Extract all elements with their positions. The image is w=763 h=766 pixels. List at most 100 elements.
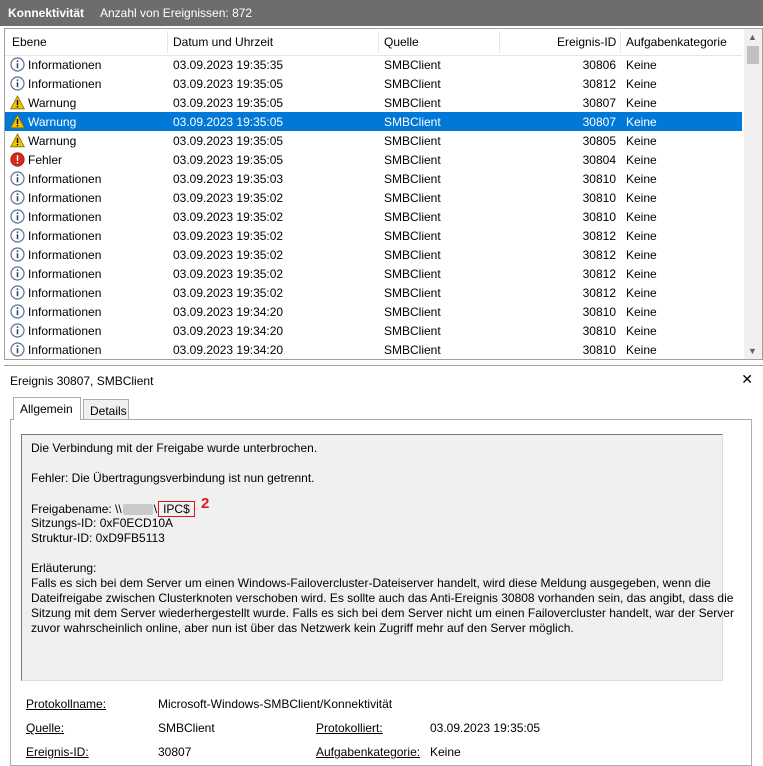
table-row[interactable]: Informationen 03.09.2023 19:35:02 SMBClien… <box>5 207 742 226</box>
table-row[interactable]: Informationen 03.09.2023 19:34:20 SMBClien… <box>5 340 742 359</box>
cell-datetime: 03.09.2023 19:34:20 <box>173 324 284 338</box>
cell-level: Warnung <box>28 96 77 110</box>
cell-datetime: 03.09.2023 19:35:05 <box>173 77 284 91</box>
cell-datetime: 03.09.2023 19:34:20 <box>173 343 284 357</box>
event-description[interactable]: Die Verbindung mit der Freigabe wurde un… <box>21 434 734 681</box>
info-icon <box>10 304 25 319</box>
info-icon <box>10 342 25 357</box>
cell-event-id: 30812 <box>582 77 616 91</box>
logged-label: Protokolliert: <box>316 721 383 735</box>
table-row[interactable]: Informationen 03.09.2023 19:35:02 SMBClien… <box>5 245 742 264</box>
info-icon <box>10 228 25 243</box>
table-row-selected[interactable]: Warnung 03.09.2023 19:35:05 SMBClient 30807… <box>5 112 742 131</box>
cell-source: SMBClient <box>384 286 441 300</box>
column-header-datetime[interactable]: Datum und Uhrzeit <box>173 35 273 49</box>
cell-event-id: 30807 <box>582 115 616 129</box>
table-row[interactable]: Informationen 03.09.2023 19:35:35 SMBClien… <box>5 55 742 74</box>
cell-source: SMBClient <box>384 267 441 281</box>
cell-task-category: Keine <box>626 172 657 186</box>
tab-details-label: Details <box>90 404 127 418</box>
cell-task-category: Keine <box>626 210 657 224</box>
info-icon <box>10 266 25 281</box>
table-row[interactable]: Informationen 03.09.2023 19:35:02 SMBClien… <box>5 226 742 245</box>
warning-icon <box>10 114 25 129</box>
share-separator: \ <box>153 502 158 516</box>
cell-datetime: 03.09.2023 19:35:02 <box>173 286 284 300</box>
cell-task-category: Keine <box>626 248 657 262</box>
cell-level: Informationen <box>28 343 102 357</box>
cell-source: SMBClient <box>384 153 441 167</box>
cell-source: SMBClient <box>384 115 441 129</box>
cell-task-category: Keine <box>626 305 657 319</box>
close-icon[interactable]: ✕ <box>741 371 753 388</box>
tab-general-label: Allgemein <box>20 402 73 416</box>
share-name-line: Freigabename: \\ \ IPC$ <box>31 501 195 517</box>
cell-event-id: 30807 <box>582 96 616 110</box>
cell-level: Informationen <box>28 58 102 72</box>
cell-datetime: 03.09.2023 19:35:35 <box>173 58 284 72</box>
list-scrollbar[interactable]: ▲ ▼ <box>744 29 762 359</box>
event-id-label: Ereignis-ID: <box>26 745 89 759</box>
cell-event-id: 30812 <box>582 229 616 243</box>
cell-task-category: Keine <box>626 153 657 167</box>
column-header-level[interactable]: Ebene <box>12 35 47 49</box>
table-row[interactable]: Informationen 03.09.2023 19:35:02 SMBClien… <box>5 188 742 207</box>
task-category-label: Aufgabenkategorie: <box>316 745 421 759</box>
cell-datetime: 03.09.2023 19:35:05 <box>173 96 284 110</box>
event-list[interactable]: Ebene Datum und Uhrzeit Quelle Ereignis-… <box>4 28 763 360</box>
event-log-header: Konnektivität Anzahl von Ereignissen: 87… <box>0 0 763 26</box>
cell-datetime: 03.09.2023 19:35:02 <box>173 191 284 205</box>
table-row[interactable]: Informationen 03.09.2023 19:34:20 SMBClien… <box>5 302 742 321</box>
warning-icon <box>10 133 25 148</box>
source-value: SMBClient <box>158 721 215 735</box>
detail-title: Ereignis 30807, SMBClient <box>10 374 154 388</box>
table-row[interactable]: Informationen 03.09.2023 19:35:05 SMBClien… <box>5 74 742 93</box>
info-icon <box>10 285 25 300</box>
table-row[interactable]: Informationen 03.09.2023 19:35:03 SMBClien… <box>5 169 742 188</box>
list-header: Ebene Datum und Uhrzeit Quelle Ereignis-… <box>5 29 742 56</box>
column-header-event-id[interactable]: Ereignis-ID <box>557 35 616 49</box>
cell-level: Informationen <box>28 191 102 205</box>
info-icon <box>10 209 25 224</box>
cell-event-id: 30810 <box>582 324 616 338</box>
explanation-line: Sitzung mit dem Server wiederhergestellt… <box>31 606 734 620</box>
cell-event-id: 30812 <box>582 248 616 262</box>
scroll-down-icon[interactable]: ▼ <box>748 346 757 356</box>
table-row[interactable]: Fehler 03.09.2023 19:35:05 SMBClient 30804 K… <box>5 150 742 169</box>
cell-datetime: 03.09.2023 19:35:02 <box>173 267 284 281</box>
cell-level: Informationen <box>28 286 102 300</box>
scroll-thumb[interactable] <box>747 46 759 64</box>
log-name-label: Protokollname: <box>26 697 107 711</box>
error-icon <box>10 152 25 167</box>
cell-datetime: 03.09.2023 19:35:05 <box>173 134 284 148</box>
table-row[interactable]: Informationen 03.09.2023 19:34:20 SMBClien… <box>5 321 742 340</box>
column-header-source[interactable]: Quelle <box>384 35 419 49</box>
cell-source: SMBClient <box>384 229 441 243</box>
cell-event-id: 30810 <box>582 191 616 205</box>
cell-source: SMBClient <box>384 77 441 91</box>
cell-datetime: 03.09.2023 19:35:02 <box>173 248 284 262</box>
table-row[interactable]: Informationen 03.09.2023 19:35:02 SMBClien… <box>5 264 742 283</box>
cell-source: SMBClient <box>384 96 441 110</box>
info-icon <box>10 190 25 205</box>
tab-general[interactable]: Allgemein <box>13 397 81 420</box>
cell-datetime: 03.09.2023 19:35:02 <box>173 210 284 224</box>
column-header-task-category[interactable]: Aufgabenkategorie <box>626 35 727 49</box>
task-category-value: Keine <box>430 745 461 759</box>
cell-datetime: 03.09.2023 19:35:05 <box>173 115 284 129</box>
cell-source: SMBClient <box>384 324 441 338</box>
cell-task-category: Keine <box>626 343 657 357</box>
cell-task-category: Keine <box>626 324 657 338</box>
cell-event-id: 30812 <box>582 267 616 281</box>
cell-level: Warnung <box>28 134 77 148</box>
table-row[interactable]: Warnung 03.09.2023 19:35:05 SMBClient 30807… <box>5 93 742 112</box>
cell-level: Warnung <box>28 115 77 129</box>
cell-datetime: 03.09.2023 19:35:02 <box>173 229 284 243</box>
cell-source: SMBClient <box>384 134 441 148</box>
scroll-up-icon[interactable]: ▲ <box>748 32 757 42</box>
table-row[interactable]: Informationen 03.09.2023 19:35:02 SMBClien… <box>5 283 742 302</box>
cell-source: SMBClient <box>384 172 441 186</box>
tab-details[interactable]: Details <box>83 399 129 420</box>
table-row[interactable]: Warnung 03.09.2023 19:35:05 SMBClient 30805… <box>5 131 742 150</box>
logged-value: 03.09.2023 19:35:05 <box>430 721 541 735</box>
